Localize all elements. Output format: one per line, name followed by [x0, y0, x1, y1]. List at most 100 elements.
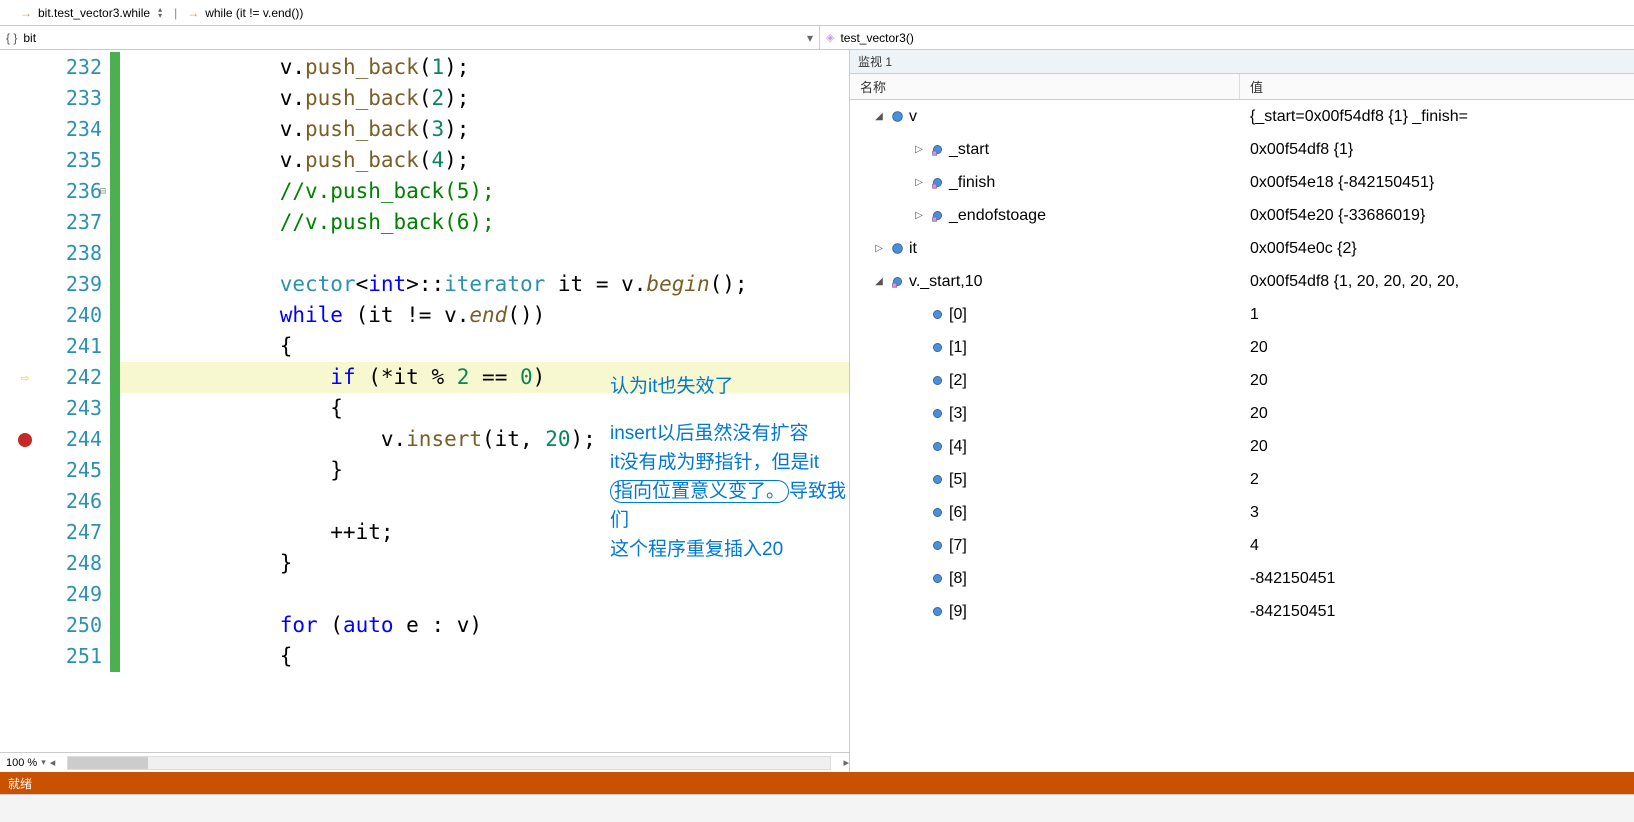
watch-panel-title: 监视 1: [850, 50, 1634, 74]
watch-var-name: it: [909, 240, 917, 258]
watch-var-name: v: [909, 108, 917, 126]
watch-var-value: 3: [1240, 504, 1634, 522]
crumb-separator: |: [170, 6, 181, 20]
code-editor[interactable]: ⇨ 232233 234235 236237 238239 240241 242…: [0, 50, 850, 772]
scope-function-dropdown[interactable]: ◈ test_vector3(): [820, 26, 1634, 49]
watch-var-name: _finish: [949, 174, 995, 192]
watch-var-name: [3]: [949, 405, 967, 423]
watch-row[interactable]: ▷ it 0x00f54e0c {2}: [850, 232, 1634, 265]
watch-var-value: -842150451: [1240, 603, 1634, 621]
change-marker-gutter: ⊟: [110, 50, 120, 752]
watch-row[interactable]: ▷ _endofstoage 0x00f54e20 {-33686019}: [850, 199, 1634, 232]
line-number-gutter: 232233 234235 236237 238239 240241 24224…: [50, 50, 110, 752]
variable-icon: [930, 440, 944, 454]
taskbar-strip: [0, 794, 1634, 822]
watch-row[interactable]: ▷[3]20: [850, 397, 1634, 430]
watch-row[interactable]: ▷[2]20: [850, 364, 1634, 397]
watch-var-value: 0x00f54e18 {-842150451}: [1240, 174, 1634, 192]
watch-panel: 监视 1 名称 值 ◢v{_start=0x00f54df8 {1} _fini…: [850, 50, 1634, 772]
crumb-arrow-icon: →: [20, 6, 32, 20]
watch-var-name: v._start,10: [909, 273, 983, 291]
watch-var-name: [8]: [949, 570, 967, 588]
variable-icon: [930, 143, 944, 157]
namespace-icon: { }: [6, 31, 17, 45]
horizontal-scrollbar[interactable]: [67, 756, 831, 770]
watch-var-value: 0x00f54df8 {1, 20, 20, 20, 20,: [1240, 273, 1634, 291]
watch-var-value: -842150451: [1240, 570, 1634, 588]
watch-var-value: 4: [1240, 537, 1634, 555]
watch-var-name: [0]: [949, 306, 967, 324]
watch-row[interactable]: ▷[6]3: [850, 496, 1634, 529]
crumb-item-2[interactable]: while (it != v.end()): [205, 6, 303, 20]
watch-row[interactable]: ▷ _start 0x00f54df8 {1}: [850, 133, 1634, 166]
status-text: 就绪: [8, 775, 32, 792]
breakpoint-icon[interactable]: [18, 433, 32, 447]
watch-var-value: 0x00f54df8 {1}: [1240, 141, 1634, 159]
watch-row[interactable]: ▷[8]-842150451: [850, 562, 1634, 595]
expand-toggle-icon[interactable]: ▷: [913, 144, 925, 155]
editor-footer: 100 % ▾ ◂ ▸: [0, 752, 849, 772]
annotation-text: 认为it也失效了 insert以后虽然没有扩容 it没有成为野指针，但是it 指…: [610, 372, 849, 564]
scroll-left-icon[interactable]: ◂: [50, 756, 56, 769]
watch-var-name: [2]: [949, 372, 967, 390]
watch-var-value: 0x00f54e20 {-33686019}: [1240, 207, 1634, 225]
expand-toggle-icon[interactable]: ▷: [913, 210, 925, 221]
variable-icon: [930, 539, 944, 553]
scrollbar-thumb[interactable]: [68, 757, 148, 769]
crumb-item-1[interactable]: bit.test_vector3.while: [38, 6, 150, 20]
variable-icon: [930, 407, 944, 421]
watch-var-name: _start: [949, 141, 989, 159]
variable-icon: [930, 572, 944, 586]
variable-icon: [890, 275, 904, 289]
watch-var-value: 20: [1240, 405, 1634, 423]
variable-icon: [930, 341, 944, 355]
variable-icon: [930, 176, 944, 190]
watch-var-value: 2: [1240, 471, 1634, 489]
watch-row[interactable]: ▷[9]-842150451: [850, 595, 1634, 628]
variable-icon: [930, 308, 944, 322]
watch-row[interactable]: ▷[4]20: [850, 430, 1634, 463]
watch-var-value: 0x00f54e0c {2}: [1240, 240, 1634, 258]
watch-row[interactable]: ▷[1]20: [850, 331, 1634, 364]
watch-header-value[interactable]: 值: [1240, 74, 1634, 99]
scope-namespace-dropdown[interactable]: { } bit ▾: [0, 26, 820, 49]
watch-row[interactable]: ▷ _finish 0x00f54e18 {-842150451}: [850, 166, 1634, 199]
watch-var-name: [1]: [949, 339, 967, 357]
watch-var-name: [6]: [949, 504, 967, 522]
dropdown-icon[interactable]: ▾: [41, 757, 46, 768]
watch-body[interactable]: ◢v{_start=0x00f54df8 {1} _finish=▷_start…: [850, 100, 1634, 772]
glyph-margin[interactable]: ⇨: [0, 50, 50, 752]
crumb-arrow-icon: →: [187, 6, 199, 20]
watch-row[interactable]: ▷[7]4: [850, 529, 1634, 562]
variable-icon: [890, 242, 904, 256]
expand-toggle-icon[interactable]: ▷: [873, 243, 885, 254]
scroll-right-icon[interactable]: ▸: [843, 756, 849, 769]
expand-toggle-icon[interactable]: ▷: [913, 177, 925, 188]
zoom-level[interactable]: 100 %: [6, 757, 37, 769]
expand-toggle-icon[interactable]: ◢: [873, 111, 885, 122]
scope-function-label: test_vector3(): [840, 31, 913, 45]
watch-var-name: _endofstoage: [949, 207, 1046, 225]
watch-row[interactable]: ▷[0]1: [850, 298, 1634, 331]
status-bar: 就绪: [0, 772, 1634, 794]
watch-header-name[interactable]: 名称: [850, 74, 1240, 99]
crumb-spinner[interactable]: ▴▾: [156, 7, 164, 19]
variable-icon: [930, 209, 944, 223]
code-area[interactable]: v.push_back(1); v.push_back(2); v.push_b…: [120, 50, 849, 752]
watch-var-name: [7]: [949, 537, 967, 555]
watch-var-value: 20: [1240, 339, 1634, 357]
current-line-arrow-icon: ⇨: [21, 370, 29, 386]
breadcrumb-bar: → bit.test_vector3.while ▴▾ | → while (i…: [0, 0, 1634, 26]
watch-row[interactable]: ▷[5]2: [850, 463, 1634, 496]
scope-bar: { } bit ▾ ◈ test_vector3(): [0, 26, 1634, 50]
watch-row[interactable]: ◢ v._start,10 0x00f54df8 {1, 20, 20, 20, 2…: [850, 265, 1634, 298]
variable-icon: [930, 605, 944, 619]
watch-var-name: [4]: [949, 438, 967, 456]
expand-toggle-icon[interactable]: ◢: [873, 276, 885, 287]
scope-namespace-label: bit: [23, 31, 36, 45]
variable-icon: [930, 473, 944, 487]
variable-icon: [890, 110, 904, 124]
watch-row[interactable]: ◢v{_start=0x00f54df8 {1} _finish=: [850, 100, 1634, 133]
function-icon: ◈: [826, 31, 834, 44]
fold-icon[interactable]: ⊟: [100, 186, 106, 197]
